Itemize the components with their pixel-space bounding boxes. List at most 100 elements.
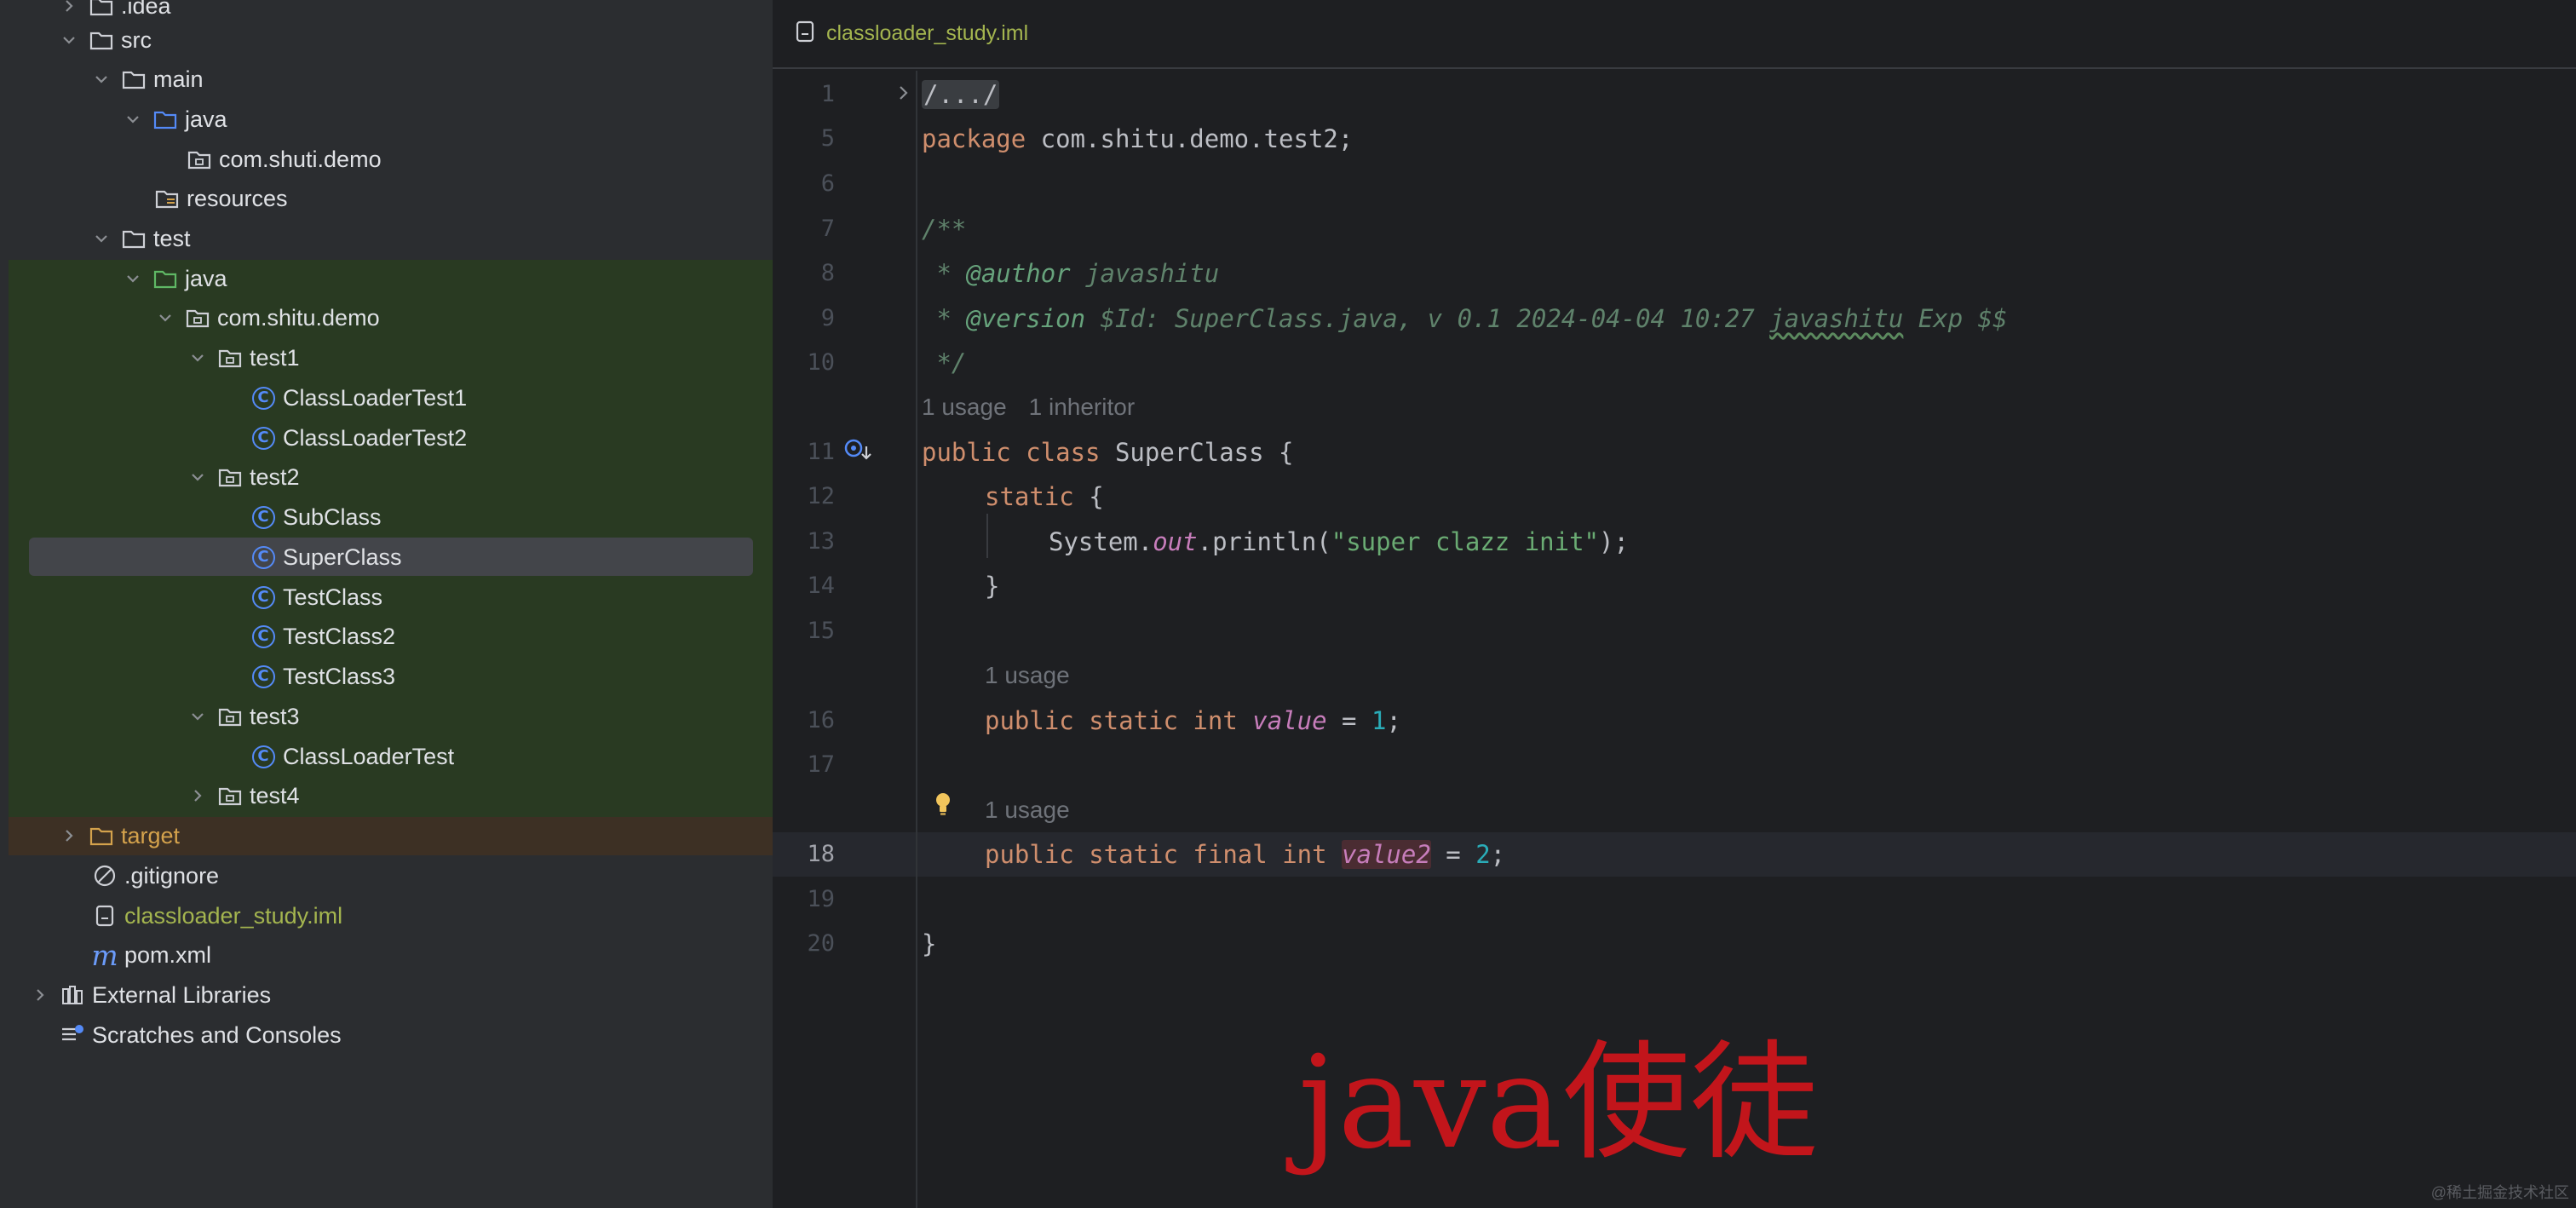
tree-item-classloadertest[interactable]: C ClassLoaderTest — [250, 737, 454, 776]
chevron-down-icon[interactable] — [122, 108, 144, 130]
chevron-right-icon[interactable] — [58, 825, 80, 847]
chevron-right-icon[interactable] — [29, 984, 51, 1006]
tree-item-test3[interactable]: test3 — [187, 697, 300, 736]
folder-icon — [121, 226, 147, 251]
chevron-right-icon[interactable] — [58, 0, 80, 17]
tree-item-test-java[interactable]: java — [122, 259, 227, 298]
code-line-13[interactable]: System.out.println("super clazz init"); — [1049, 524, 1629, 560]
ignored-file-icon — [92, 863, 118, 889]
tree-item-test2[interactable]: test2 — [187, 457, 300, 497]
line-number: 17 — [807, 751, 835, 778]
tree-item-src[interactable]: src — [58, 20, 152, 60]
implemented-marker-icon[interactable] — [842, 436, 877, 471]
tree-item-package-main[interactable]: com.shuti.demo — [156, 140, 382, 179]
tree-item-classloadertest1[interactable]: C ClassLoaderTest1 — [250, 378, 467, 417]
token-method-call: .println( — [1197, 527, 1331, 556]
tree-item-label: main — [153, 66, 204, 92]
tree-item-resources[interactable]: resources — [124, 179, 288, 218]
tree-item-target[interactable]: target — [58, 816, 180, 855]
tree-item-label: src — [121, 26, 152, 53]
tree-item-subclass[interactable]: C SubClass — [250, 498, 382, 537]
code-line-8[interactable]: * @author javashitu — [922, 256, 1219, 291]
chevron-down-icon[interactable] — [122, 267, 144, 290]
usages-hint[interactable]: 1 usage — [985, 662, 1070, 688]
code-line-5[interactable]: package com.shitu.demo.test2; — [922, 121, 1353, 157]
tree-item-test[interactable]: test — [90, 219, 191, 258]
inlay-hint-value2[interactable]: 1 usage — [985, 793, 1092, 827]
tree-item-label: SuperClass — [283, 544, 402, 570]
tree-item-label: .idea — [121, 0, 171, 19]
code-line-1[interactable]: /.../ — [922, 77, 1000, 112]
folder-icon — [121, 66, 147, 92]
tree-item-package-test[interactable]: com.shitu.demo — [154, 298, 380, 337]
editor-tab-label: classloader_study.iml — [826, 21, 1029, 45]
chevron-down-icon[interactable] — [187, 705, 209, 728]
code-line-20[interactable]: } — [922, 926, 936, 962]
token-doc-tag: @version — [966, 304, 1086, 333]
tree-item-pom[interactable]: m pom.xml — [61, 935, 211, 975]
code-line-11[interactable]: public class SuperClass { — [922, 434, 1294, 470]
token-field-name-warning: value2 — [1342, 840, 1431, 869]
module-file-icon — [796, 20, 814, 47]
maven-icon: m — [91, 938, 118, 972]
line-number: 8 — [820, 260, 835, 286]
chevron-down-icon[interactable] — [154, 307, 176, 329]
folded-imports[interactable]: /.../ — [922, 80, 1000, 109]
tree-item-main[interactable]: main — [90, 60, 204, 99]
line-number: 15 — [807, 618, 835, 644]
token-keyword: package — [922, 124, 1026, 153]
tree-item-superclass[interactable]: C SuperClass — [250, 538, 402, 577]
token-doc-tag: @author — [966, 259, 1071, 288]
tree-item-label: TestClass2 — [283, 623, 396, 649]
code-line-18[interactable]: public static final int value2 = 2; — [985, 837, 1505, 872]
code-line-10[interactable]: */ — [922, 345, 966, 381]
tree-item-scratches[interactable]: Scratches and Consoles — [29, 1015, 342, 1055]
chevron-right-icon[interactable] — [187, 785, 209, 807]
token-keyword: public static int — [985, 706, 1238, 735]
tree-item-testclass2[interactable]: C TestClass2 — [250, 617, 395, 656]
tree-item-label: ClassLoaderTest — [283, 743, 455, 769]
code-line-12[interactable]: static { — [985, 479, 1104, 515]
chevron-down-icon[interactable] — [90, 68, 112, 90]
chevron-down-icon[interactable] — [187, 347, 209, 369]
tree-item-iml[interactable]: classloader_study.iml — [61, 896, 342, 935]
usages-hint[interactable]: 1 usage — [922, 394, 1007, 420]
tree-item-test4[interactable]: test4 — [187, 776, 300, 815]
line-number: 6 — [820, 170, 835, 197]
chevron-down-icon[interactable] — [187, 466, 209, 488]
chevron-down-icon[interactable] — [58, 29, 80, 51]
usages-hint[interactable]: 1 usage — [985, 797, 1070, 823]
chevron-down-icon[interactable] — [90, 227, 112, 250]
fold-expand-icon[interactable] — [896, 83, 911, 107]
line-number: 16 — [807, 707, 835, 733]
code-line-14[interactable]: } — [985, 568, 999, 604]
tree-item-gitignore[interactable]: .gitignore — [61, 856, 219, 895]
editor-tab[interactable]: classloader_study.iml — [773, 0, 2576, 69]
code-editor[interactable]: classloader_study.iml 1 5 6 7 8 9 10 11 … — [773, 0, 2576, 1208]
token-identifier: System. — [1049, 527, 1153, 556]
gutter-separator — [916, 71, 917, 1208]
code-line-9[interactable]: * @version $Id: SuperClass.java, v 0.1 2… — [922, 301, 2007, 337]
tree-item-testclass3[interactable]: C TestClass3 — [250, 657, 395, 696]
token-punctuation: ; — [1490, 840, 1506, 869]
lightbulb-icon[interactable] — [933, 791, 953, 822]
tree-item-label: test — [153, 225, 191, 251]
source-folder-icon — [152, 106, 178, 132]
tree-item-testclass[interactable]: C TestClass — [250, 578, 382, 617]
code-line-16[interactable]: public static int value = 1; — [985, 703, 1401, 739]
tree-item-label: External Libraries — [92, 981, 272, 1008]
tree-item-external-libraries[interactable]: External Libraries — [29, 975, 271, 1015]
tree-item-test1[interactable]: test1 — [187, 338, 300, 377]
inlay-hint-class[interactable]: 1 usage 1 inheritor — [922, 390, 1157, 424]
project-tree-panel: .idea src main java com.shuti.demo resou… — [0, 0, 773, 1208]
excluded-folder-icon — [89, 823, 114, 848]
code-line-7[interactable]: /** — [922, 211, 966, 247]
tree-item-classloadertest2[interactable]: C ClassLoaderTest2 — [250, 418, 467, 457]
inlay-hint-value[interactable]: 1 usage — [985, 659, 1092, 693]
token-field-name: value — [1252, 706, 1327, 735]
token-number: 1 — [1371, 706, 1387, 735]
tree-item-label: classloader_study.iml — [124, 902, 343, 929]
inheritors-hint[interactable]: 1 inheritor — [1029, 394, 1136, 420]
token-string: "super clazz init" — [1331, 527, 1600, 556]
tree-item-main-java[interactable]: java — [122, 100, 227, 139]
